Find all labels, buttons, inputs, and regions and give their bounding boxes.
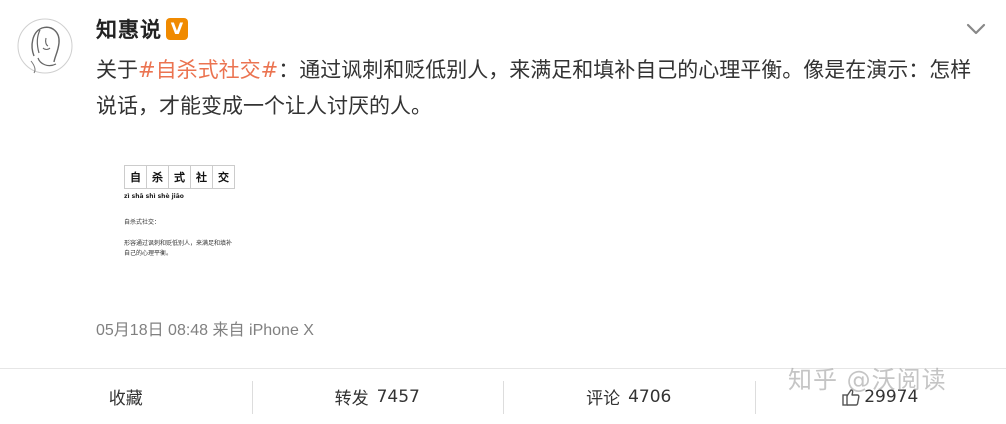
post-text: 关于#自杀式社交#：通过讽刺和贬低别人，来满足和填补自己的心理平衡。像是在演示：… — [96, 52, 976, 124]
author-name[interactable]: 知惠说 — [96, 14, 162, 44]
comment-button[interactable]: 评论 4706 — [503, 369, 755, 424]
favorite-label: 收藏 — [109, 384, 143, 409]
verified-v-icon: V — [166, 18, 188, 40]
post-prefix: 关于 — [96, 58, 138, 82]
repost-count: 7457 — [377, 387, 420, 407]
comment-count: 4706 — [628, 387, 671, 407]
action-bar: 收藏 转发 7457 评论 4706 29974 — [0, 368, 1006, 424]
repost-label: 转发 — [335, 384, 369, 409]
source-prefix: 来自 — [213, 322, 245, 339]
comment-label: 评论 — [586, 384, 620, 409]
term-heading: 自杀式社交： — [124, 217, 160, 226]
post-meta: 05月18日 08:48 来自 iPhone X — [96, 316, 314, 340]
favorite-button[interactable]: 收藏 — [0, 369, 252, 424]
avatar-sketch-icon — [16, 16, 74, 76]
term-pinyin: zì shā shì shè jiāo — [124, 193, 184, 200]
term-char: 自 — [124, 165, 147, 189]
post-source[interactable]: iPhone X — [249, 322, 314, 339]
post-time[interactable]: 05月18日 08:48 — [96, 322, 208, 339]
hashtag-link[interactable]: #自杀式社交# — [138, 58, 278, 82]
like-count: 29974 — [864, 387, 918, 407]
term-char: 社 — [190, 165, 213, 189]
avatar[interactable] — [16, 16, 74, 76]
author-row: 知惠说 V — [96, 14, 188, 44]
post-image-thumbnail[interactable]: 自 杀 式 社 交 zì shā shì shè jiāo 自杀式社交： 形容通… — [110, 155, 248, 275]
term-char: 杀 — [146, 165, 169, 189]
thumbs-up-icon — [842, 388, 860, 406]
repost-button[interactable]: 转发 7457 — [252, 369, 504, 424]
term-char: 式 — [168, 165, 191, 189]
like-button[interactable]: 29974 — [755, 369, 1006, 424]
term-boxes: 自 杀 式 社 交 — [124, 165, 234, 189]
term-definition: 形容通过讽刺和贬低别人，来满足和填补自己的心理平衡。 — [124, 239, 236, 259]
chevron-down-icon[interactable] — [964, 20, 988, 38]
term-char: 交 — [212, 165, 235, 189]
